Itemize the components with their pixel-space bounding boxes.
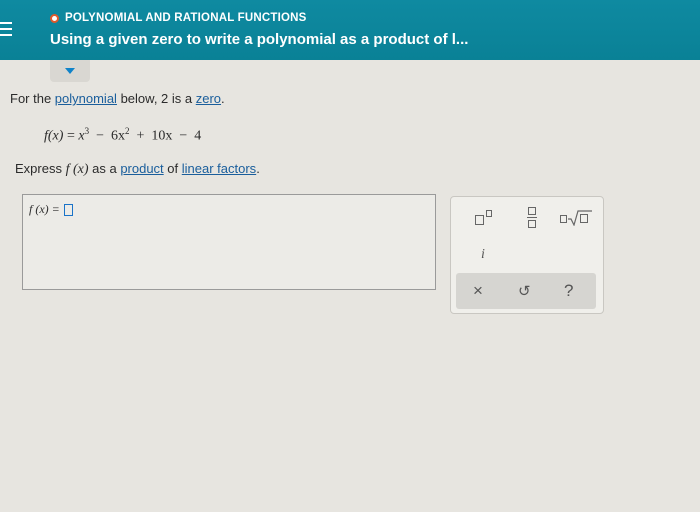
question-line-1: For the polynomial below, 2 is a zero.	[10, 91, 225, 106]
formula-exp-1: 3	[84, 126, 90, 136]
q1-text-b: below, 2 is a	[116, 91, 196, 106]
answer-expression: f (x) =	[29, 202, 73, 217]
polynomial-formula: f(x) = x3 − 6x2 + 10x − 4	[44, 126, 201, 145]
help-button[interactable]: ?	[564, 281, 573, 301]
formula-lhs: f(x)	[44, 128, 64, 144]
menu-icon[interactable]	[0, 22, 14, 38]
q2-text-a: Express	[15, 161, 66, 176]
zero-link[interactable]: zero	[196, 91, 221, 106]
topic-kicker: POLYNOMIAL AND RATIONAL FUNCTIONS	[50, 12, 307, 24]
q2-func: f (x)	[65, 162, 89, 177]
exponent-button[interactable]	[473, 207, 497, 229]
formula-term-2: 6x	[110, 128, 125, 144]
polynomial-link[interactable]: polynomial	[55, 91, 117, 106]
fraction-icon	[527, 207, 537, 229]
topic-label: POLYNOMIAL AND RATIONAL FUNCTIONS	[65, 12, 307, 24]
q2-text-d: .	[256, 161, 260, 176]
q1-text-c: .	[221, 91, 225, 106]
collapse-header-button[interactable]	[50, 60, 90, 82]
formula-op-3: −	[179, 128, 188, 144]
nth-root-button[interactable]	[559, 207, 593, 229]
answer-input-area[interactable]: f (x) =	[22, 194, 436, 290]
linear-factors-link[interactable]: linear factors	[182, 161, 256, 176]
progress-circle-icon	[50, 13, 59, 23]
q2-text-b: as a	[88, 161, 121, 176]
q2-text-c: of	[163, 161, 182, 176]
fraction-button[interactable]	[523, 205, 541, 231]
chevron-down-icon	[65, 68, 75, 74]
imaginary-unit-button[interactable]: i	[473, 245, 493, 265]
nth-root-icon	[560, 210, 592, 226]
product-link[interactable]: product	[120, 161, 163, 176]
formula-op-1: −	[96, 128, 104, 144]
formula-term-3: 10x	[151, 128, 173, 144]
top-header: POLYNOMIAL AND RATIONAL FUNCTIONS Using …	[0, 0, 700, 60]
answer-entry-box[interactable]	[63, 203, 73, 216]
palette-action-bar: × ↺ ?	[456, 273, 596, 309]
page-title: Using a given zero to write a polynomial…	[50, 31, 469, 48]
formula-term-4: 4	[194, 128, 202, 144]
formula-exp-2: 2	[124, 126, 130, 136]
exponent-icon	[475, 210, 495, 226]
undo-button[interactable]: ↺	[518, 282, 531, 300]
question-line-2: Express f (x) as a product of linear fac…	[15, 161, 260, 178]
clear-button[interactable]: ×	[473, 281, 483, 301]
q1-text-a: For the	[10, 91, 55, 106]
formula-eq: =	[66, 128, 75, 144]
math-palette: i × ↺ ?	[450, 196, 604, 314]
answer-prefix: f (x) =	[29, 202, 60, 216]
formula-op-2: +	[136, 128, 145, 144]
